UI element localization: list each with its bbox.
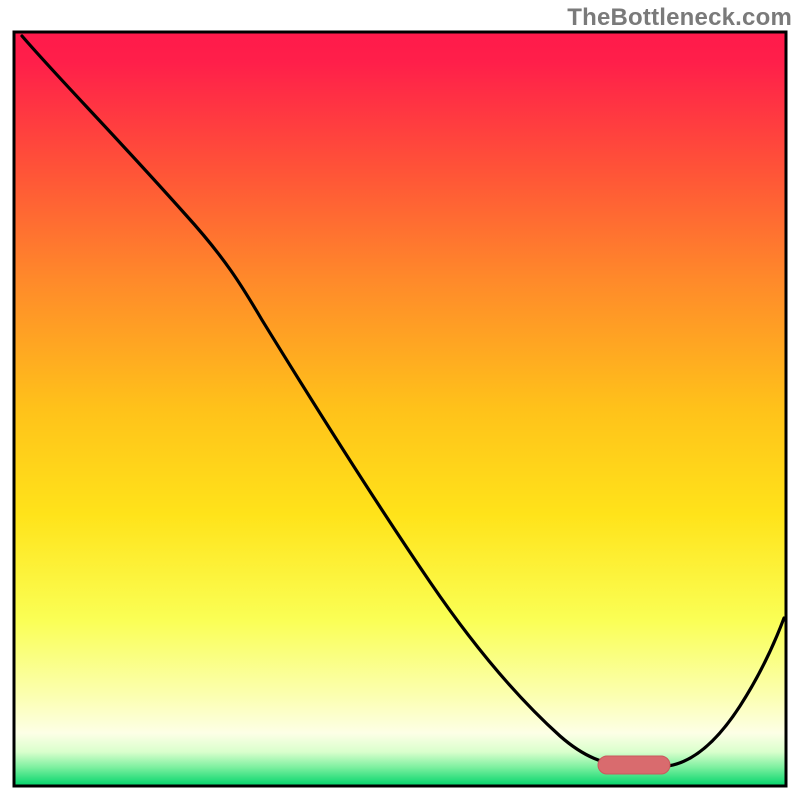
chart-svg — [0, 0, 800, 800]
watermark-text: TheBottleneck.com — [567, 4, 792, 32]
plot-background — [14, 32, 786, 786]
plot-area — [14, 32, 786, 786]
chart-stage: TheBottleneck.com — [0, 0, 800, 800]
optimal-range-marker — [598, 756, 670, 774]
